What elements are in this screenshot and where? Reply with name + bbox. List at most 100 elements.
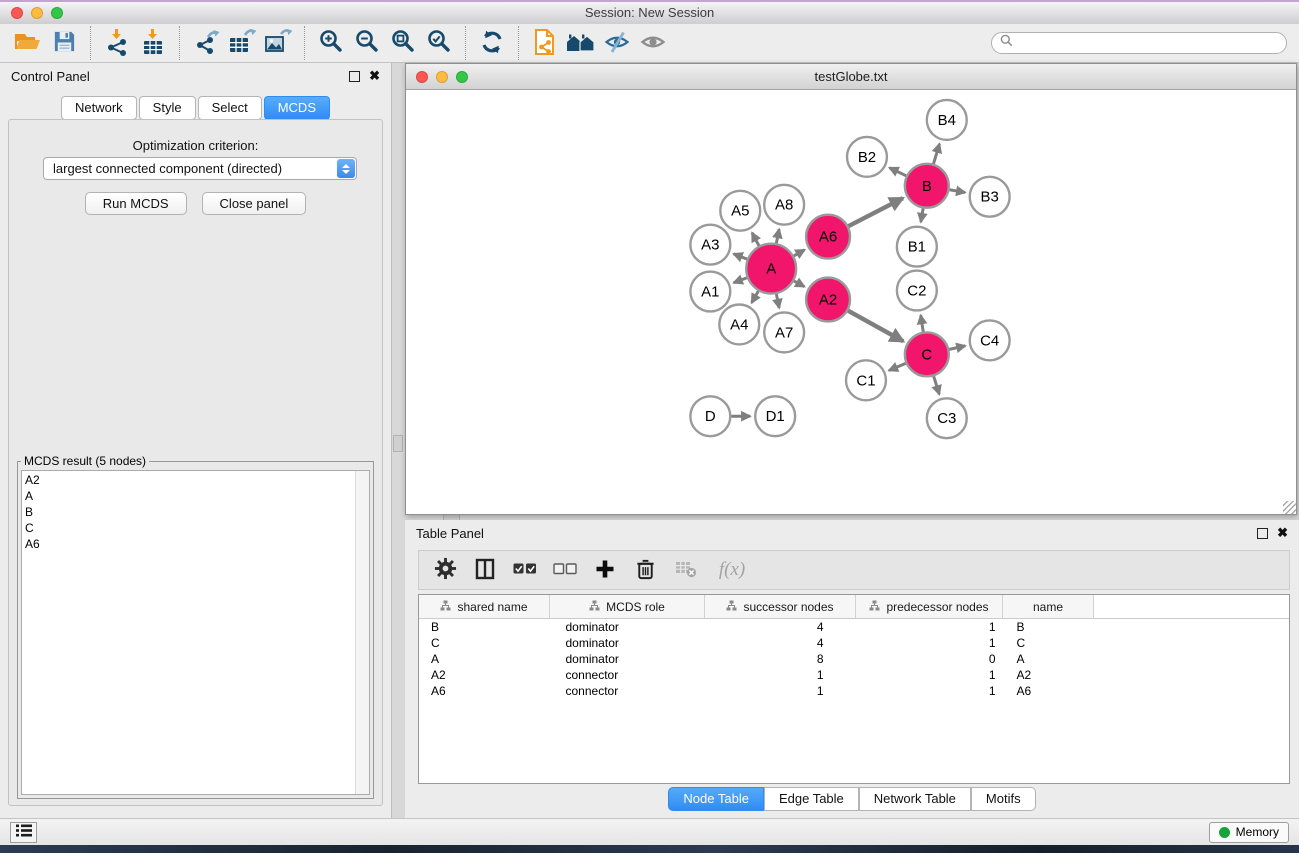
cell-mcds-role[interactable]: dominator	[550, 651, 705, 667]
network-close-button[interactable]	[416, 71, 428, 83]
run-mcds-button[interactable]: Run MCDS	[85, 192, 187, 215]
column-header-mcds-role[interactable]: MCDS role	[550, 595, 705, 619]
graph-node-D1[interactable]: D1	[755, 396, 795, 436]
graph-node-A1[interactable]: A1	[690, 272, 730, 312]
float-panel-icon[interactable]	[349, 71, 360, 82]
export-image-button[interactable]	[260, 27, 296, 59]
cell-predecessor-nodes[interactable]: 0	[856, 651, 1003, 667]
cell-predecessor-nodes[interactable]: 1	[856, 635, 1003, 651]
result-item[interactable]: C	[25, 520, 40, 536]
table-row[interactable]: A6connector11A6	[419, 683, 1289, 699]
zoom-selected-button[interactable]	[421, 27, 457, 59]
graph-node-A6[interactable]: A6	[806, 215, 850, 259]
zoom-window-button[interactable]	[51, 7, 63, 19]
search-input[interactable]	[1018, 35, 1278, 51]
import-network-button[interactable]	[99, 27, 135, 59]
graph-edge-A-A6[interactable]	[794, 250, 805, 256]
graph-edge-A6-B[interactable]	[848, 198, 902, 226]
cell-mcds-role[interactable]: dominator	[550, 635, 705, 651]
network-minimize-button[interactable]	[436, 71, 448, 83]
graph-edge-C-C1[interactable]	[889, 363, 906, 370]
result-item[interactable]: B	[25, 504, 40, 520]
zoom-fit-button[interactable]	[385, 27, 421, 59]
close-window-button[interactable]	[11, 7, 23, 19]
cell-name[interactable]: C	[1003, 635, 1094, 651]
tab-select[interactable]: Select	[198, 96, 262, 120]
cell-predecessor-nodes[interactable]: 1	[856, 683, 1003, 699]
column-header-name[interactable]: name	[1003, 595, 1094, 619]
minimize-window-button[interactable]	[31, 7, 43, 19]
graph-node-A[interactable]: A	[746, 244, 796, 294]
cell-shared-name[interactable]: A	[419, 651, 550, 667]
cell-successor-nodes[interactable]: 4	[705, 619, 856, 636]
graph-node-C[interactable]: C	[905, 332, 949, 376]
graph-edge-A-A2[interactable]	[794, 281, 804, 287]
export-network-button[interactable]	[188, 27, 224, 59]
table-row[interactable]: Adominator80A	[419, 651, 1289, 667]
cell-shared-name[interactable]: B	[419, 619, 550, 636]
network-zoom-button[interactable]	[456, 71, 468, 83]
graph-edge-A-A4[interactable]	[752, 291, 759, 303]
criterion-select[interactable]: largest connected component (directed)	[43, 157, 357, 180]
column-header-shared-name[interactable]: shared name	[419, 595, 550, 619]
graph-node-B[interactable]: B	[905, 164, 949, 208]
cell-shared-name[interactable]: A6	[419, 683, 550, 699]
result-item[interactable]: A	[25, 488, 40, 504]
table-tab-node-table[interactable]: Node Table	[668, 787, 764, 811]
graph-node-C1[interactable]: C1	[846, 360, 886, 400]
float-panel-icon[interactable]	[1257, 528, 1268, 539]
cell-successor-nodes[interactable]: 4	[705, 635, 856, 651]
tab-mcds[interactable]: MCDS	[264, 96, 330, 120]
save-session-button[interactable]	[46, 27, 82, 59]
unselect-all-button[interactable]	[549, 554, 581, 586]
cell-shared-name[interactable]: C	[419, 635, 550, 651]
cell-successor-nodes[interactable]: 1	[705, 667, 856, 683]
graph-edge-B-B4[interactable]	[934, 144, 940, 164]
result-scrollbar[interactable]	[355, 471, 369, 794]
memory-button[interactable]: Memory	[1209, 822, 1289, 843]
graph-node-A8[interactable]: A8	[764, 185, 804, 225]
close-panel-icon[interactable]: ✖	[1277, 528, 1288, 538]
table-tab-network-table[interactable]: Network Table	[859, 787, 971, 811]
graph-edge-B-B3[interactable]	[949, 190, 965, 193]
cell-successor-nodes[interactable]: 8	[705, 651, 856, 667]
network-canvas[interactable]: B4B2BB3A5A8A6B1A3AC2A1A2A4A7C4CC1C3DD1	[406, 90, 1296, 514]
zoom-out-button[interactable]	[349, 27, 385, 59]
table-row[interactable]: Cdominator41C	[419, 635, 1289, 651]
graph-node-A2[interactable]: A2	[806, 278, 850, 322]
open-session-button[interactable]	[10, 27, 46, 59]
graph-node-C2[interactable]: C2	[897, 271, 937, 311]
cell-predecessor-nodes[interactable]: 1	[856, 619, 1003, 636]
graph-edge-C-C3[interactable]	[934, 376, 940, 394]
refresh-button[interactable]	[474, 27, 510, 59]
graph-edge-C-C4[interactable]	[949, 346, 965, 350]
cell-name[interactable]: A	[1003, 651, 1094, 667]
function-builder-button[interactable]: f(x)	[709, 554, 755, 586]
graph-node-A3[interactable]: A3	[690, 225, 730, 265]
cell-mcds-role[interactable]: connector	[550, 667, 705, 683]
task-history-button[interactable]	[10, 822, 37, 843]
graph-edge-A-A1[interactable]	[734, 278, 747, 283]
graph-node-B4[interactable]: B4	[927, 100, 967, 140]
result-item[interactable]: A2	[25, 472, 40, 488]
network-from-file-button[interactable]	[527, 27, 563, 59]
cell-name[interactable]: B	[1003, 619, 1094, 636]
graph-node-A5[interactable]: A5	[720, 191, 760, 231]
cell-shared-name[interactable]: A2	[419, 667, 550, 683]
graph-edge-A-A3[interactable]	[734, 254, 747, 259]
graph-node-C3[interactable]: C3	[927, 398, 967, 438]
network-graph[interactable]: B4B2BB3A5A8A6B1A3AC2A1A2A4A7C4CC1C3DD1	[406, 90, 1296, 514]
graph-node-C4[interactable]: C4	[970, 320, 1010, 360]
show-columns-button[interactable]	[469, 554, 501, 586]
tab-network[interactable]: Network	[61, 96, 137, 120]
table-tab-motifs[interactable]: Motifs	[971, 787, 1036, 811]
graph-node-B1[interactable]: B1	[897, 227, 937, 267]
graph-edge-C-C2[interactable]	[921, 315, 923, 332]
delete-table-button[interactable]	[669, 554, 701, 586]
graph-edge-A-A8[interactable]	[776, 229, 779, 243]
cell-name[interactable]: A2	[1003, 667, 1094, 683]
graph-edge-B-B2[interactable]	[889, 168, 906, 176]
column-header-predecessor-nodes[interactable]: predecessor nodes	[856, 595, 1003, 619]
table-tab-edge-table[interactable]: Edge Table	[764, 787, 859, 811]
column-header-successor-nodes[interactable]: successor nodes	[705, 595, 856, 619]
